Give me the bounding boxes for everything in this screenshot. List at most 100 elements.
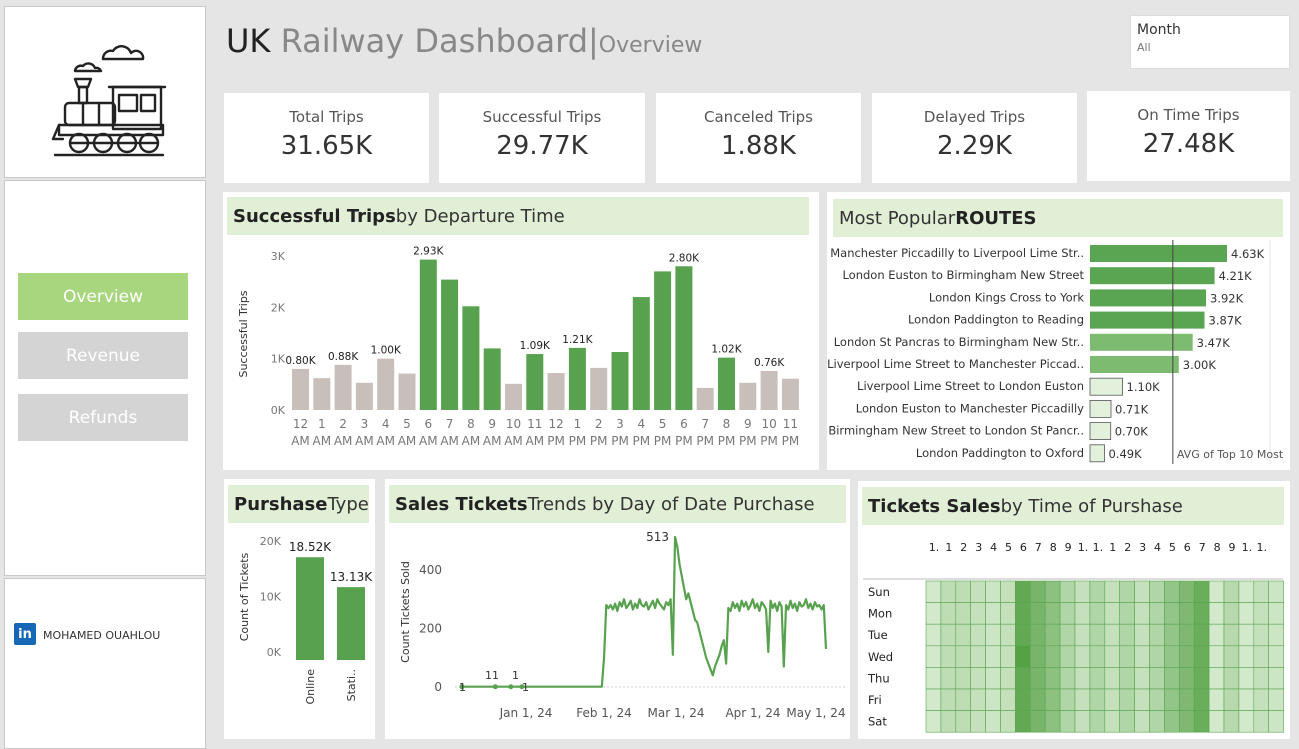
heatmap-cell — [925, 645, 942, 668]
author-name: MOHAMED OUAHLOU — [43, 629, 161, 642]
nav-revenue-button[interactable]: Revenue — [18, 332, 188, 379]
heatmap-cell — [1178, 688, 1195, 711]
bar — [296, 557, 324, 660]
heatmap-cell — [1149, 667, 1165, 690]
heatmap-cell — [1164, 645, 1180, 668]
heatmap-cell — [1089, 710, 1106, 733]
bar — [590, 367, 608, 410]
bar — [568, 347, 586, 410]
heatmap-cell — [1149, 580, 1165, 603]
column-label: 1. — [1093, 541, 1104, 554]
heatmap-cell — [1253, 602, 1269, 625]
bar — [654, 271, 672, 410]
x-tick-hour: 8 — [467, 417, 475, 431]
route-bar — [1090, 267, 1215, 285]
data-label: 1.00K — [371, 345, 402, 357]
heatmap-cell — [1119, 710, 1135, 733]
y-axis-label: Successful Trips — [237, 290, 250, 377]
heatmap-cell — [1074, 623, 1091, 647]
nav-overview-button[interactable]: Overview — [18, 273, 188, 320]
heatmap-cell — [1089, 580, 1106, 603]
heatmap-cell — [1164, 688, 1180, 711]
x-tick-ampm: AM — [398, 434, 417, 448]
heatmap-cell — [1030, 688, 1046, 711]
heatmap-cell — [1223, 645, 1240, 668]
route-bar — [1090, 333, 1193, 351]
heatmap-cell — [1104, 602, 1121, 625]
heatmap-cell — [1134, 710, 1150, 733]
heatmap-cell — [1238, 580, 1255, 603]
column-label: 1 — [945, 541, 952, 554]
data-label: 2.80K — [669, 252, 700, 264]
data-label: 3.92K — [1210, 291, 1244, 305]
heatmap-cell — [1178, 602, 1195, 625]
route-label: London Euston to Manchester Piccadilly — [856, 401, 1084, 415]
heatmap-cell — [940, 688, 957, 711]
route-bar — [1089, 422, 1112, 441]
departure-time-chart: Successful Trips0K1K2K3K0.80K12AM1AM0.88… — [237, 246, 799, 448]
heatmap-cell — [1000, 667, 1016, 690]
heatmap-cell — [1238, 623, 1255, 647]
month-filter-label: Month — [1137, 22, 1181, 38]
y-tick-label: 0K — [271, 404, 286, 417]
route-bar — [1090, 245, 1227, 262]
heatmap-cell — [1074, 645, 1091, 668]
heatmap-cell — [1104, 623, 1121, 647]
heatmap-cell — [1238, 645, 1255, 668]
heatmap-cell — [940, 602, 957, 625]
column-label: 1. — [1078, 541, 1089, 554]
kpi-value: 29.77K — [496, 131, 588, 161]
annotation: 1 — [459, 681, 466, 694]
heatmap-cell — [1268, 602, 1284, 625]
x-tick-hour: 4 — [637, 417, 645, 431]
time-sales-heatmap: 1. 1 2 3 4 5 6 7 8 9 1. 1. 1 2 3 4 5 6 7 8 9 1. 1.SunMonTueWed… — [863, 541, 1284, 733]
column-label: 1. — [1257, 541, 1268, 554]
month-filter-value[interactable]: All — [1137, 41, 1283, 54]
heatmap-cell — [1223, 710, 1240, 733]
kpi-label: On Time Trips — [1137, 106, 1240, 124]
column-label: 9 — [1229, 541, 1236, 554]
x-tick-hour: 10 — [506, 417, 521, 431]
page-subtitle: Overview — [598, 33, 703, 58]
heatmap-cell — [1268, 580, 1284, 603]
heatmap-cell — [940, 710, 957, 733]
heatmap-cell — [940, 667, 957, 690]
heatmap-cell — [1074, 688, 1091, 711]
heatmap-cell — [1044, 645, 1061, 668]
x-tick-ampm: AM — [419, 434, 438, 448]
x-tick-hour: 6 — [424, 417, 432, 431]
purchase-type-panel: Purshase Type Count of Tickets 0K 10K 20K 18… — [224, 479, 375, 739]
heatmap-cell — [985, 667, 1001, 690]
kpi-value: 2.29K — [937, 131, 1012, 161]
routes-panel: Most Popular ROUTES Manchester Piccadill… — [827, 192, 1290, 470]
route-label: Liverpool Lime Street to London Euston — [857, 379, 1084, 393]
data-label: 1.02K — [711, 344, 742, 356]
bar — [462, 306, 480, 410]
heatmap-cell — [1059, 645, 1076, 668]
route-label: Liverpool Lime Street to Manchester Picc… — [827, 357, 1084, 371]
nav-refunds-button[interactable]: Refunds — [18, 394, 188, 441]
bar — [334, 364, 352, 410]
title-separator: | — [588, 22, 599, 60]
heatmap-cell — [1104, 667, 1121, 690]
month-filter[interactable]: Month All — [1130, 15, 1290, 69]
x-tick-ampm: PM — [590, 434, 608, 448]
linkedin-icon[interactable]: in — [14, 623, 36, 645]
heatmap-cell — [1238, 602, 1255, 625]
heatmap-cell — [1208, 688, 1225, 711]
heatmap-cell — [1134, 688, 1150, 711]
row-label: Sun — [868, 585, 890, 599]
heatmap-cell — [985, 710, 1001, 733]
heatmap-cell — [970, 602, 986, 625]
heatmap-cell — [1074, 710, 1091, 733]
heatmap-cell — [1030, 580, 1046, 603]
heatmap-cell — [925, 710, 942, 733]
x-tick-ampm: PM — [547, 434, 565, 448]
heatmap-cell — [1208, 580, 1225, 603]
heatmap-cell — [1253, 667, 1269, 690]
heatmap-cell — [925, 580, 942, 603]
x-tick-ampm: PM — [739, 434, 757, 448]
bar — [441, 279, 459, 410]
y-axis-label: Count Tickets Sold — [399, 561, 412, 663]
data-label: 0.70K — [1115, 425, 1149, 439]
